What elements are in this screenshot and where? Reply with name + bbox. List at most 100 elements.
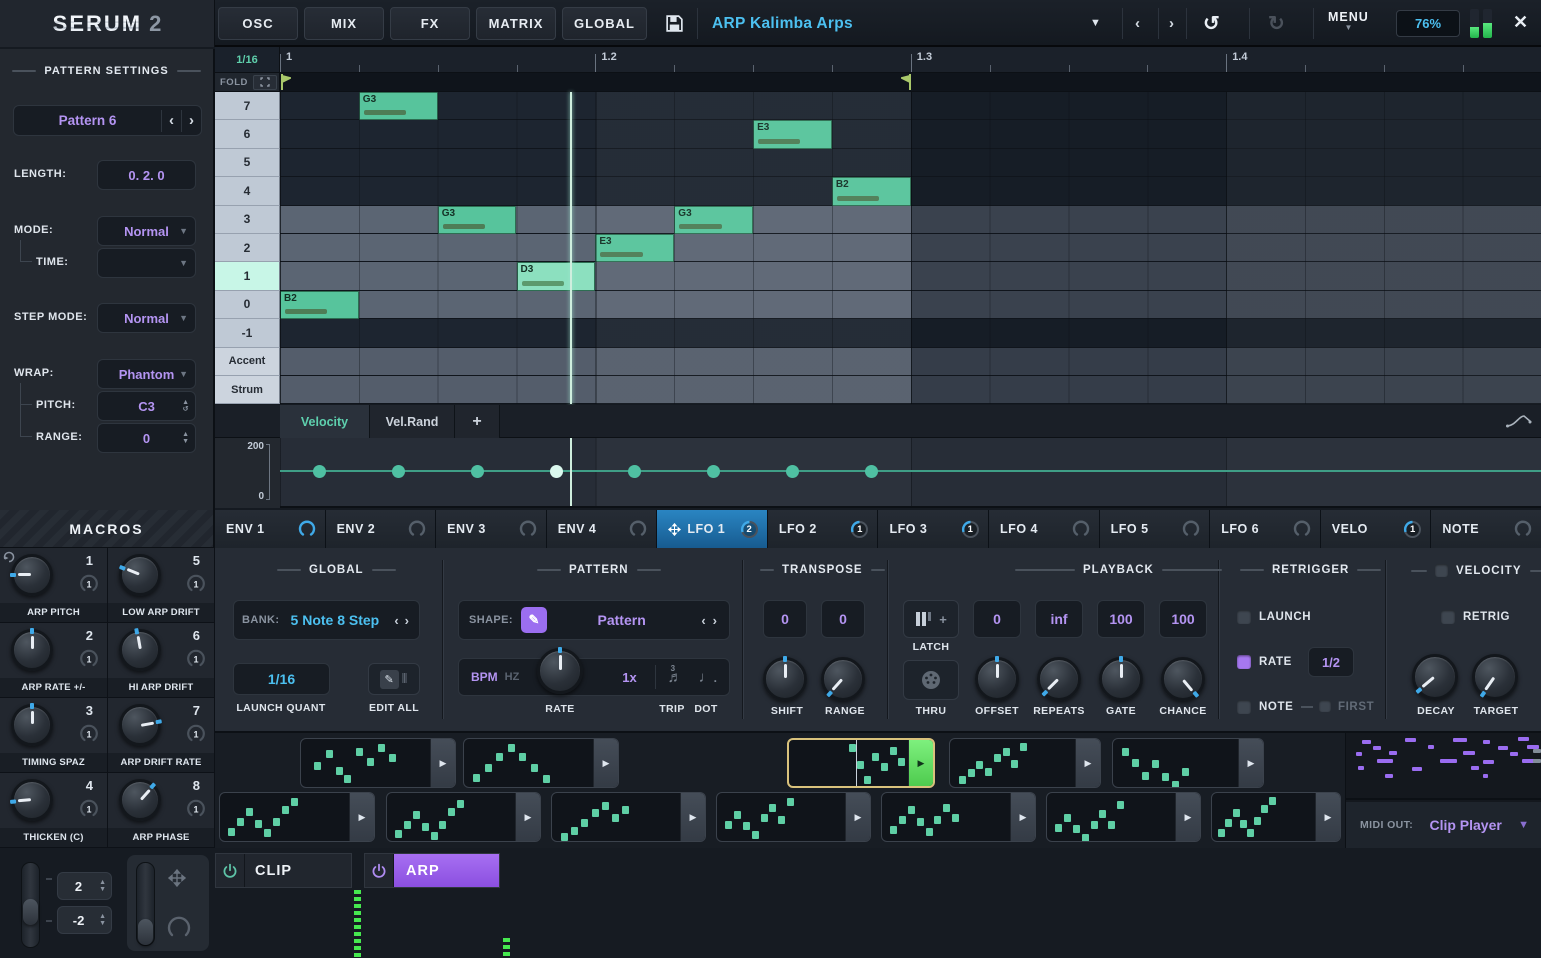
velocity-tab-add[interactable]: + (455, 405, 500, 438)
move-icon[interactable] (168, 869, 186, 887)
bank-next-button[interactable]: › (403, 606, 411, 635)
velocity-curve-icon[interactable] (1497, 405, 1541, 437)
macro-knob[interactable] (119, 554, 161, 596)
grid-row--1[interactable] (280, 319, 1541, 347)
row-label--1[interactable]: -1 (215, 319, 280, 347)
pitch-wheel[interactable] (21, 862, 40, 948)
velocity-point-3[interactable] (471, 465, 484, 478)
loop-region-bar[interactable] (280, 73, 1541, 92)
velocity-enable-checkbox[interactable] (1435, 564, 1448, 577)
row-label-3[interactable]: 3 (215, 206, 280, 234)
launch-quant-value[interactable]: 1/16 (233, 663, 330, 695)
rate-multiplier[interactable]: 1x (622, 670, 636, 685)
transpose-shift-value[interactable]: 0 (763, 600, 807, 638)
next-preset-button[interactable]: › (1162, 9, 1181, 38)
pattern-thumbnail-bottom-6[interactable]: ▶ (1046, 792, 1201, 842)
bpm-toggle[interactable]: BPM (471, 670, 498, 684)
repeats-value[interactable]: inf (1035, 600, 1083, 638)
pattern-play-button[interactable]: ▶ (1315, 793, 1340, 841)
piano-roll-grid[interactable]: B2 G3 G3 D3 E3 G3 E3 B2 (280, 92, 1541, 404)
expand-icon[interactable] (253, 75, 277, 90)
pattern-play-button[interactable]: ▶ (1238, 739, 1263, 787)
gate-knob[interactable] (1099, 657, 1143, 701)
midi-clip-preview[interactable] (1346, 733, 1541, 800)
wrap-dropdown[interactable]: Phantom▼ (97, 359, 196, 389)
pattern-thumbnail-top-4[interactable]: ▶ (949, 738, 1101, 788)
bank-prev-button[interactable]: ‹ (390, 606, 402, 635)
rate-knob[interactable] (537, 648, 583, 694)
grid-row-Accent[interactable] (280, 348, 1541, 376)
mod-tab-lfo4[interactable]: LFO 4 (989, 510, 1099, 548)
chance-knob[interactable] (1161, 657, 1205, 701)
pattern-play-button[interactable]: ▶ (1075, 739, 1100, 787)
note-G3-step3[interactable]: G3 (438, 206, 517, 234)
pattern-play-button[interactable]: ▶ (1175, 793, 1200, 841)
length-value[interactable]: 0. 2. 0 (97, 160, 196, 190)
velocity-lane[interactable] (280, 438, 1541, 508)
preset-dropdown-icon[interactable]: ▼ (1090, 17, 1101, 29)
row-label-Accent[interactable]: Accent (215, 348, 280, 376)
grid-row-5[interactable] (280, 149, 1541, 177)
mod-tab-lfo1[interactable]: LFO 1 2 (657, 510, 767, 548)
row-label-0[interactable]: 0 (215, 291, 280, 319)
latch-button[interactable]: + (903, 600, 959, 638)
pattern-play-button[interactable]: ▶ (430, 739, 455, 787)
timeline-ruler[interactable]: 11.21.31.4 (280, 47, 1541, 73)
bend-up-range[interactable]: 2▲▼ (57, 872, 112, 900)
nav-tab-global[interactable]: GLOBAL (562, 7, 647, 40)
launch-checkbox[interactable] (1237, 610, 1251, 624)
macro-knob[interactable] (119, 629, 161, 671)
pattern-play-button[interactable]: ▶ (845, 793, 870, 841)
save-preset-icon[interactable] (664, 13, 685, 34)
mod-tab-velo[interactable]: VELO 1 (1321, 510, 1431, 548)
triplet-icon[interactable]: ♬3 (668, 669, 683, 686)
mod-tab-lfo5[interactable]: LFO 5 (1100, 510, 1210, 548)
velocity-point-8[interactable] (865, 465, 878, 478)
mod-tab-env1[interactable]: ENV 1 (215, 510, 325, 548)
midi-out-bar[interactable]: MIDI OUT: Clip Player ▼ (1346, 802, 1541, 848)
pattern-thumbnail-bottom-3[interactable]: ▶ (551, 792, 706, 842)
mod-tab-lfo6[interactable]: LFO 6 (1210, 510, 1320, 548)
velocity-point-2[interactable] (392, 465, 405, 478)
pattern-thumbnail-bottom-2[interactable]: ▶ (386, 792, 541, 842)
mod-tab-note[interactable]: NOTE (1431, 510, 1541, 548)
menu-button[interactable]: MENU ▼ (1328, 10, 1369, 32)
mod-wheel[interactable] (136, 862, 155, 946)
row-label-5[interactable]: 5 (215, 149, 280, 177)
mod-tab-env2[interactable]: ENV 2 (326, 510, 436, 548)
fold-button[interactable]: FOLD (220, 77, 248, 88)
velocity-point-1[interactable] (313, 465, 326, 478)
target-knob[interactable] (1472, 654, 1518, 700)
grid-row-1[interactable] (280, 262, 1541, 290)
undo-button[interactable]: ↺ (1203, 11, 1220, 36)
offset-value[interactable]: 0 (973, 600, 1021, 638)
close-button[interactable]: ✕ (1513, 12, 1528, 33)
bend-down-range[interactable]: -2▲▼ (57, 906, 112, 934)
thru-button[interactable] (903, 660, 959, 700)
retrigger-rate-value[interactable]: 1/2 (1308, 647, 1354, 677)
first-checkbox[interactable] (1319, 700, 1331, 712)
velocity-tab-velocity[interactable]: Velocity (280, 405, 370, 438)
gate-value[interactable]: 100 (1097, 600, 1145, 638)
macro-knob[interactable] (11, 779, 53, 821)
redo-button[interactable]: ↻ (1268, 11, 1285, 36)
pattern-play-button[interactable]: ▶ (349, 793, 374, 841)
row-label-Strum[interactable]: Strum (215, 376, 280, 404)
decay-knob[interactable] (1412, 654, 1458, 700)
velocity-point-4[interactable] (550, 465, 563, 478)
rate-checkbox[interactable] (1237, 655, 1251, 669)
shape-prev-button[interactable]: ‹ (696, 606, 710, 635)
note-B2-step1[interactable]: B2 (280, 291, 359, 319)
mod-tab-lfo3[interactable]: LFO 3 1 (878, 510, 988, 548)
macro-knob[interactable] (11, 629, 53, 671)
mode-dropdown[interactable]: Normal▼ (97, 216, 196, 246)
chance-value[interactable]: 100 (1159, 600, 1207, 638)
note-checkbox[interactable] (1237, 700, 1251, 714)
prev-preset-button[interactable]: ‹ (1128, 9, 1147, 38)
row-label-6[interactable]: 6 (215, 120, 280, 148)
velocity-point-6[interactable] (707, 465, 720, 478)
time-dropdown[interactable]: ▼ (97, 248, 196, 278)
row-label-4[interactable]: 4 (215, 177, 280, 205)
shape-edit-pencil-icon[interactable]: ✎ (521, 607, 547, 633)
grid-row-0[interactable] (280, 291, 1541, 319)
